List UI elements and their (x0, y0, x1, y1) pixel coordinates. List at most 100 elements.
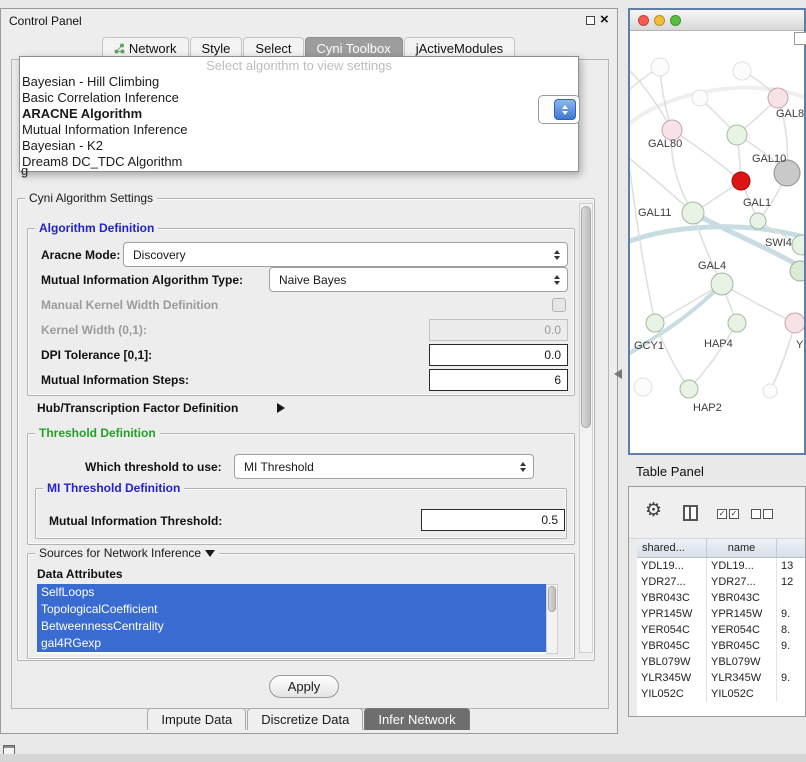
gear-icon[interactable]: ⚙ (645, 500, 662, 522)
attributes-list-scrollbar[interactable] (546, 584, 558, 654)
data-attribute-item[interactable]: BetweennessCentrality (37, 618, 546, 635)
deselect-all-icon[interactable] (751, 509, 773, 519)
which-threshold-select[interactable]: MI Threshold (234, 454, 534, 479)
settings-scrollbar[interactable] (579, 203, 593, 653)
network-tab-icon (114, 43, 125, 54)
table-cell: YPR145W (707, 606, 777, 622)
network-node[interactable] (711, 273, 733, 295)
algorithm-option[interactable]: Basic Correlation Inference (20, 90, 578, 106)
node-label: Y (796, 339, 804, 351)
table-row[interactable]: YER054CYER054C8. (637, 622, 805, 638)
algorithm-option[interactable]: ARACNE Algorithm (20, 106, 578, 122)
tab-label: Select (255, 41, 291, 56)
network-node[interactable] (680, 380, 698, 398)
mi-steps-label: Mutual Information Steps: (41, 373, 189, 387)
column-header-name[interactable]: name (707, 539, 777, 557)
table-cell: YBR045C (707, 638, 777, 654)
node-label: GAL8 (776, 108, 804, 120)
checked-box-icon: ✓ (717, 509, 727, 519)
obscured-text-fragment: g (21, 163, 28, 178)
network-node[interactable] (763, 384, 777, 398)
network-node[interactable] (682, 202, 704, 224)
network-node[interactable] (733, 62, 751, 80)
column-header-col2[interactable] (777, 539, 806, 557)
close-traffic-icon[interactable] (638, 15, 649, 26)
table-cell: 12 (777, 574, 805, 590)
table-cell: YLR345W (637, 670, 707, 686)
algorithm-option[interactable]: Mutual Information Inference (20, 122, 578, 138)
network-node[interactable] (727, 125, 747, 145)
network-window-titlebar[interactable] (630, 10, 804, 31)
mi-steps-field[interactable]: 6 (429, 369, 568, 391)
tab-label: Network (129, 41, 177, 56)
table-cell: YLR345W (707, 670, 777, 686)
table-row[interactable]: YDR27...YDR27...12 (637, 574, 805, 590)
scrollbar-thumb[interactable] (581, 206, 591, 428)
table-row[interactable]: YDL19...YDL19...13 (637, 558, 805, 574)
network-edge (630, 159, 693, 213)
column-header-shared-[interactable]: shared... (637, 539, 707, 557)
algorithm-option[interactable]: Dream8 DC_TDC Algorithm (20, 154, 578, 170)
hub-section-label: Hub/Transcription Factor Definition (37, 401, 238, 415)
network-node[interactable] (692, 90, 708, 106)
data-attribute-item[interactable]: gal4RGexp (37, 635, 546, 652)
apply-button[interactable]: Apply (269, 675, 339, 698)
network-node[interactable] (750, 213, 766, 229)
minimize-traffic-icon[interactable] (654, 15, 665, 26)
network-node[interactable] (651, 58, 669, 76)
unchecked-box-icon (763, 509, 773, 519)
algorithm-combobox[interactable] (538, 95, 580, 124)
float-window-icon[interactable] (586, 16, 595, 25)
network-node[interactable] (662, 120, 682, 140)
tab-label: jActiveModules (416, 41, 503, 56)
dpi-tolerance-field[interactable]: 0.0 (429, 344, 568, 366)
mi-threshold-field[interactable]: 0.5 (421, 509, 565, 531)
expander-arrow-icon[interactable] (277, 403, 285, 413)
control-panel-window: Control Panel × NetworkStyleSelectCyni T… (0, 8, 618, 734)
table-row[interactable]: YBR045CYBR045C9. (637, 638, 805, 654)
overview-box[interactable] (794, 32, 806, 45)
network-node[interactable] (646, 314, 664, 332)
data-attributes-list[interactable]: SelfLoopsTopologicalCoefficientBetweenne… (37, 584, 546, 654)
bottom-tab-discretize-data[interactable]: Discretize Data (247, 708, 363, 730)
bottom-tab-infer-network[interactable]: Infer Network (364, 708, 469, 730)
data-attribute-item[interactable]: SelfLoops (37, 584, 546, 601)
collapse-arrow-icon[interactable] (205, 550, 215, 557)
network-node[interactable] (792, 235, 804, 255)
table-cell (777, 590, 805, 606)
columns-icon[interactable] (683, 505, 698, 521)
algorithm-option[interactable]: Bayesian - Hill Climbing (20, 74, 578, 90)
network-node[interactable] (634, 378, 652, 396)
table-row[interactable]: YIL052CYIL052C (637, 686, 805, 702)
manual-kernel-checkbox[interactable] (552, 298, 566, 312)
algorithm-option[interactable]: Bayesian - K2 (20, 138, 578, 154)
table-row[interactable]: YPR145WYPR145W9. (637, 606, 805, 622)
table-row[interactable]: YLR345WYLR345W9. (637, 670, 805, 686)
close-window-icon[interactable]: × (600, 11, 609, 28)
zoom-traffic-icon[interactable] (670, 15, 681, 26)
network-canvas[interactable]: GAL8GAL80GAL10GAL11GAL1SWI4GAL4GCY1HAP4Y… (630, 31, 804, 453)
table-cell: YBR043C (707, 590, 777, 606)
splitter-collapse-icon[interactable] (614, 369, 622, 379)
mi-type-label: Mutual Information Algorithm Type: (41, 273, 243, 287)
bottom-tab-impute-data[interactable]: Impute Data (147, 708, 246, 730)
kernel-width-label: Kernel Width (0,1): (41, 323, 147, 337)
table-row[interactable]: YBR043CYBR043C (637, 590, 805, 606)
network-node[interactable] (732, 172, 750, 190)
data-attribute-item[interactable]: TopologicalCoefficient (37, 601, 546, 618)
bottom-strip (0, 754, 806, 762)
table-body: YDL19...YDL19...13YDR27...YDR27...12YBR0… (637, 558, 805, 716)
combo-arrows-icon (520, 461, 533, 473)
scrollbar-thumb[interactable] (548, 586, 556, 612)
node-label: GAL80 (648, 138, 682, 150)
select-all-icon[interactable]: ✓✓ (717, 509, 739, 519)
table-cell: YPR145W (637, 606, 707, 622)
table-row[interactable]: YBL079WYBL079W (637, 654, 805, 670)
aracne-mode-select[interactable]: Discovery (123, 242, 568, 267)
data-attributes-label: Data Attributes (37, 567, 123, 581)
kernel-width-field[interactable]: 0.0 (429, 319, 568, 341)
network-node[interactable] (768, 88, 788, 108)
network-node[interactable] (728, 314, 746, 332)
network-node[interactable] (785, 313, 804, 333)
mi-type-select[interactable]: Naive Bayes (269, 267, 568, 292)
